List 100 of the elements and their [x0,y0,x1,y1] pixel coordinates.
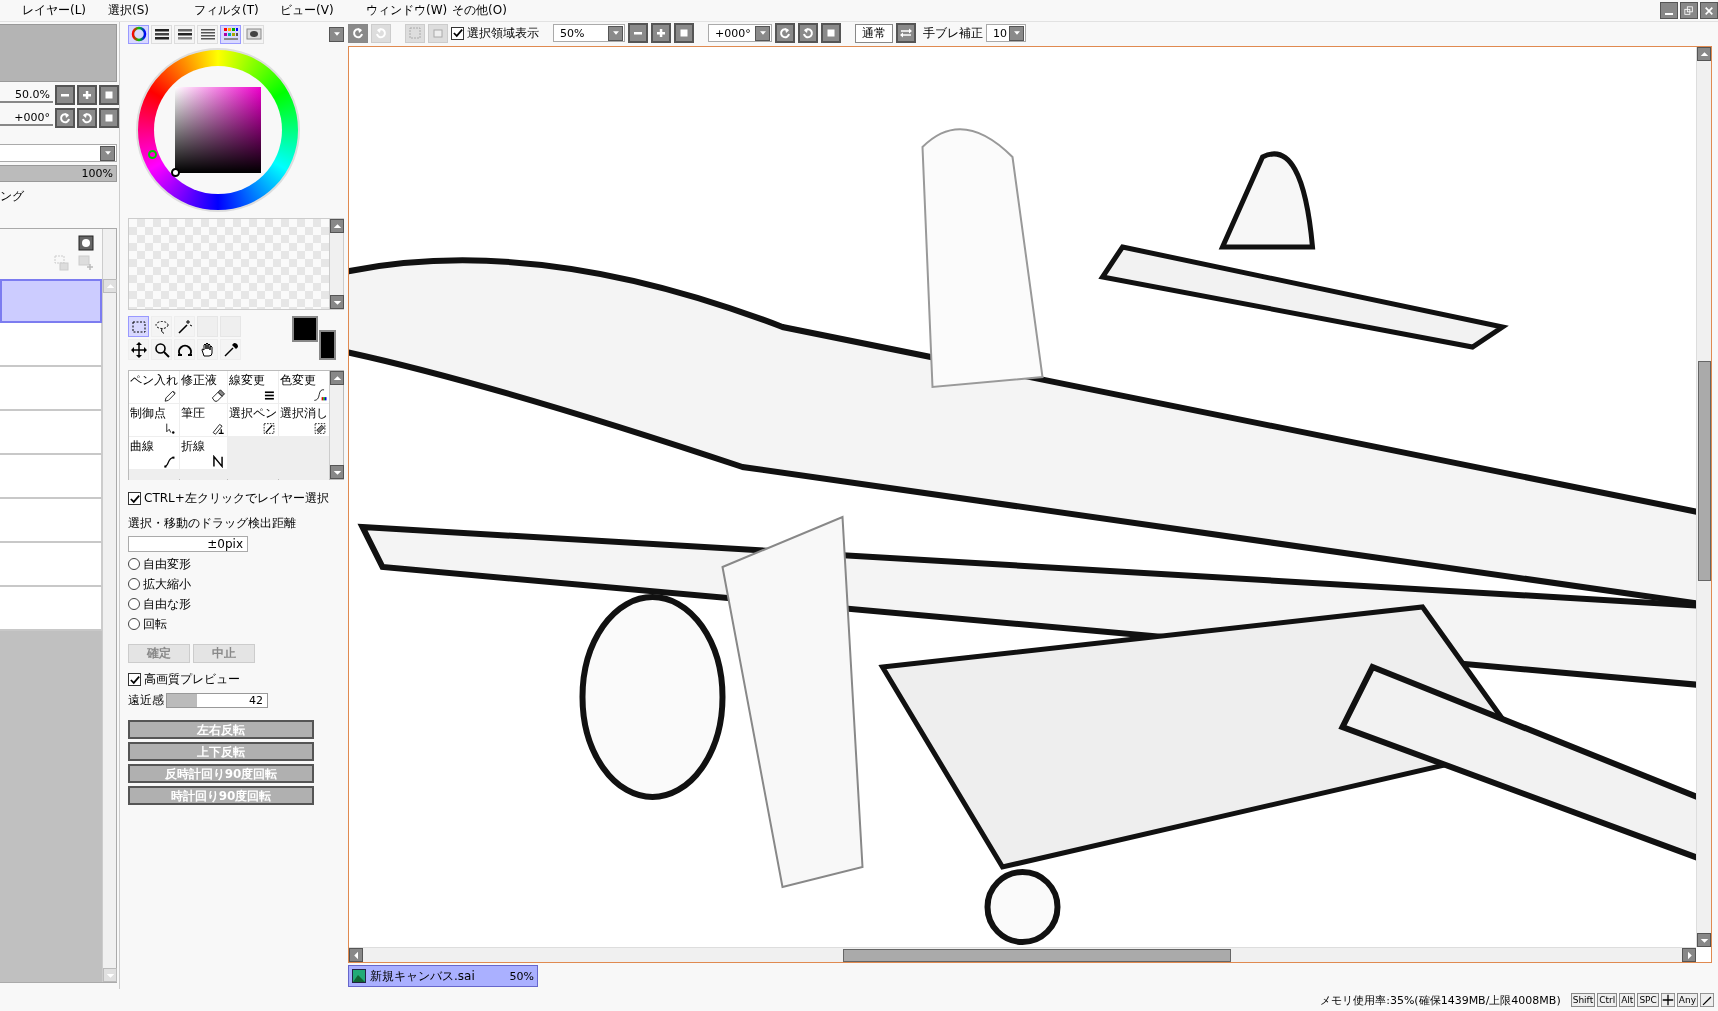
foreground-color-swatch[interactable] [292,316,318,342]
rotate-left-button[interactable] [55,108,75,128]
brush-slot[interactable]: 曲線 [129,437,179,469]
curve-color-icon [312,389,328,402]
angle-dropdown[interactable]: +000° [708,24,772,42]
stabilizer-dropdown[interactable]: 10 [986,24,1026,42]
swatches-icon [222,26,239,42]
brush-slot[interactable]: 修正液 [180,371,227,403]
brush-slot[interactable]: 筆圧 [180,404,227,436]
brush-slot[interactable]: 線変更 [228,371,278,403]
rotate-left-icon [59,112,71,124]
brush-slot[interactable]: 選択消し [279,404,329,436]
vertical-scrollbar-thumb[interactable] [1698,361,1711,581]
document-tab[interactable]: 新規キャンバス.sai 50% [348,965,538,987]
undo-button[interactable] [348,23,368,43]
zoom-in-button[interactable] [77,85,97,105]
swap-arrows-icon [900,27,912,39]
rotate-right-button[interactable] [77,108,97,128]
menu-item[interactable]: ビュー(V) [280,2,366,19]
checkbox[interactable] [128,492,141,505]
scroll-left-button[interactable] [349,948,363,962]
reset-rotation-button[interactable] [99,108,119,128]
drag-distance-field[interactable]: ±0pix [128,536,248,552]
scroll-up-button[interactable] [330,371,344,385]
checkbox[interactable] [128,673,141,686]
gradient-icon [199,26,216,42]
minimize-button[interactable] [1660,2,1678,19]
frame-icon [432,27,444,39]
brush-slot[interactable]: 制御点 [129,404,179,436]
modifier-key-indicator: Ctrl [1597,993,1618,1007]
dropdown-button[interactable] [755,25,770,41]
menu-item[interactable]: レイヤー(L) [22,2,108,19]
flip-view-button[interactable] [896,23,916,43]
close-button[interactable] [1700,2,1718,19]
checkbox-label: 高画質プレビュー [144,671,240,688]
checkbox-label: CTRL+左クリックでレイヤー選択 [144,490,329,507]
brush-slot[interactable]: 選択ペン [228,404,278,436]
zoom-value[interactable]: 50.0% [0,87,53,103]
panel-menu-button[interactable] [329,26,344,42]
selection-icon [130,318,147,335]
scroll-up-button[interactable] [1697,47,1711,61]
reset-zoom-button[interactable] [99,85,119,105]
modifier-key-indicator: Alt [1619,993,1636,1007]
plus-icon [655,27,667,39]
scroll-down-button[interactable] [1697,933,1711,947]
brush-slot[interactable]: 色変更 [279,371,329,403]
left-arrow-icon [351,950,361,960]
color-panel-tab[interactable] [220,24,241,44]
radio-button[interactable] [128,578,140,590]
check-icon [129,674,140,685]
rotate-right-icon [802,27,814,39]
view-mode-button[interactable]: 通常 [855,23,893,43]
scroll-up-button[interactable] [330,219,344,233]
horizontal-scrollbar-thumb[interactable] [843,948,1231,962]
merge-layer-icon [54,255,70,271]
stabilizer-label: 手ブレ補正 [923,24,983,42]
reset-zoom-button[interactable] [674,23,694,43]
radio-label: 回転 [143,615,167,633]
color-panel-tab[interactable] [128,24,149,44]
scroll-right-button[interactable] [1682,948,1696,962]
dropdown-button[interactable] [608,25,623,41]
zoom-out-button[interactable] [628,23,648,43]
scroll-down-button[interactable] [330,465,344,479]
blend-mode-dropdown[interactable] [0,144,117,162]
pressure-pen-icon [210,422,226,435]
menu-item[interactable]: フィルタ(T) [194,2,280,19]
polyline-icon [210,455,226,468]
minimize-icon [1665,12,1673,15]
angle-value[interactable]: +000° [0,110,53,126]
radio-button[interactable] [128,618,140,630]
zoom-in-button[interactable] [651,23,671,43]
scratchpad-icon [245,26,262,42]
reset-rotation-button[interactable] [821,23,841,43]
dropdown-button[interactable] [1009,25,1024,41]
eraser-icon [210,389,226,402]
up-arrow-icon [332,221,342,231]
up-arrow-icon [1699,49,1709,59]
modifier-key-indicator: Shift [1570,993,1596,1007]
rotate-right-button[interactable] [798,23,818,43]
brush-slot[interactable]: 折線 [180,437,227,469]
lasso-icon [153,318,170,335]
zoom-out-button[interactable] [55,85,75,105]
radio-button[interactable] [128,598,140,610]
perspective-slider[interactable]: 42 [166,693,268,708]
restore-button[interactable] [1680,2,1698,19]
opacity-slider[interactable]: 100% [0,165,117,182]
radio-label: 自由変形 [143,555,191,573]
dropdown-button[interactable] [100,145,115,161]
checkbox-label: 選択領域表示 [467,24,539,42]
zoom-dropdown[interactable]: 50% [553,24,625,42]
menu-item[interactable]: ウィンドウ(W) [366,2,452,19]
menu-item[interactable]: その他(O) [452,2,538,19]
rotate-left-button[interactable] [775,23,795,43]
checkbox[interactable] [451,26,464,40]
brush-slot[interactable]: ペン入れ [129,371,179,403]
scroll-down-button[interactable] [330,295,344,309]
menu-item[interactable]: 選択(S) [108,2,194,19]
background-color-swatch[interactable] [319,330,336,360]
pen-icon [1700,993,1714,1007]
radio-button[interactable] [128,558,140,570]
